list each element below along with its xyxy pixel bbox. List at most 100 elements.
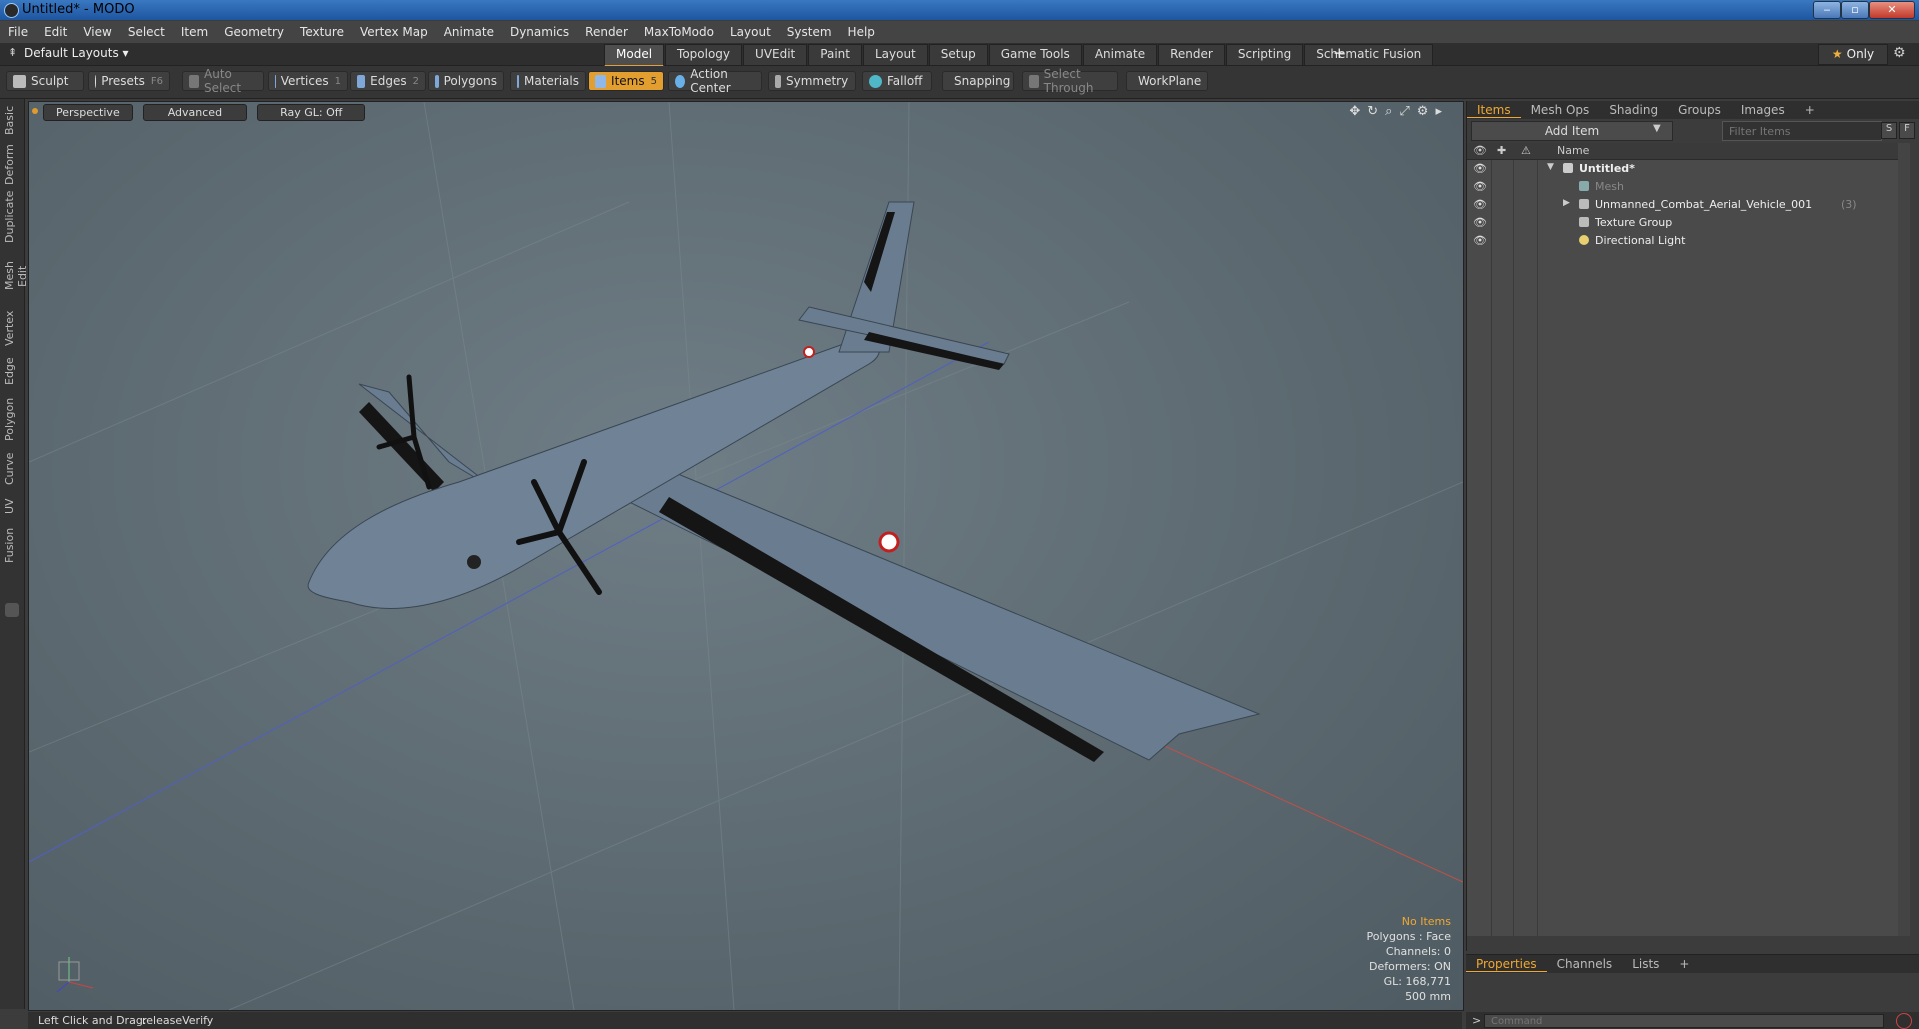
- layout-pin-icon[interactable]: ⇞: [8, 46, 17, 59]
- items-scrollbar[interactable]: [1898, 143, 1910, 936]
- tab-channels[interactable]: Channels: [1547, 957, 1623, 971]
- vtab-duplicate[interactable]: Duplicate: [3, 191, 21, 243]
- menu-layout[interactable]: Layout: [722, 25, 779, 39]
- presets-button[interactable]: Presets F6: [88, 71, 170, 91]
- tab-topology[interactable]: Topology: [665, 44, 743, 66]
- command-history-icon[interactable]: [1896, 1013, 1912, 1029]
- falloff-button[interactable]: Falloff: [862, 71, 932, 91]
- edges-button[interactable]: Edges 2: [350, 71, 426, 91]
- vertices-button[interactable]: Vertices 1: [268, 71, 348, 91]
- gear-icon[interactable]: ⚙: [1893, 45, 1906, 61]
- vtab-vertex[interactable]: Vertex: [3, 309, 21, 347]
- tab-setup[interactable]: Setup: [928, 44, 988, 66]
- tab-items[interactable]: Items: [1467, 103, 1521, 118]
- menu-render[interactable]: Render: [577, 25, 636, 39]
- viewport-options-dot[interactable]: [32, 108, 38, 114]
- tab-shading[interactable]: Shading: [1599, 103, 1668, 117]
- items-button[interactable]: Items 5: [588, 71, 664, 91]
- menu-view[interactable]: View: [75, 25, 119, 39]
- vtab-curve[interactable]: Curve: [3, 451, 21, 487]
- menu-file[interactable]: File: [0, 25, 36, 39]
- list-item[interactable]: 👁 ▼ Untitled*: [1467, 160, 1904, 178]
- select-through-button[interactable]: Select Through: [1022, 67, 1118, 95]
- eye-icon[interactable]: 👁: [1473, 162, 1487, 175]
- auto-select-button[interactable]: Auto Select: [182, 67, 264, 95]
- tab-properties[interactable]: Properties: [1466, 957, 1547, 972]
- menu-system[interactable]: System: [779, 25, 840, 39]
- list-item[interactable]: 👁 Directional Light: [1467, 232, 1904, 250]
- menu-dynamics[interactable]: Dynamics: [502, 25, 577, 39]
- advanced-dropdown[interactable]: Advanced: [142, 104, 248, 121]
- symmetry-button[interactable]: Symmetry: [768, 71, 856, 91]
- sculpt-button[interactable]: Sculpt: [6, 71, 84, 91]
- collapse-arrow-icon[interactable]: ▼: [1547, 162, 1554, 172]
- name-column-header[interactable]: Name: [1557, 144, 1589, 157]
- vtab-fusion[interactable]: Fusion: [3, 525, 21, 565]
- s-button[interactable]: S: [1881, 122, 1897, 139]
- tab-images[interactable]: Images: [1731, 103, 1795, 117]
- filter-items-input[interactable]: [1722, 121, 1882, 141]
- menu-maxtomodo[interactable]: MaxToModo: [636, 25, 722, 39]
- minimize-button[interactable]: ‒: [1813, 1, 1841, 19]
- tabs-toggle-button[interactable]: [5, 603, 19, 617]
- menu-edit[interactable]: Edit: [36, 25, 75, 39]
- perspective-dropdown[interactable]: Perspective: [43, 104, 133, 121]
- vtab-edge[interactable]: Edge: [3, 355, 21, 387]
- tab-game-tools[interactable]: Game Tools: [988, 44, 1082, 66]
- tab-render[interactable]: Render: [1158, 44, 1225, 66]
- tab-animate[interactable]: Animate: [1082, 44, 1158, 66]
- menu-select[interactable]: Select: [120, 25, 173, 39]
- viewport-nav-icons[interactable]: ✥↻⌕⤢⚙▸: [1349, 104, 1449, 119]
- menu-vertex-map[interactable]: Vertex Map: [352, 25, 436, 39]
- uav-model[interactable]: [307, 201, 1261, 762]
- chevron-down-icon[interactable]: ▼: [1653, 123, 1661, 134]
- tab-groups[interactable]: Groups: [1668, 103, 1731, 117]
- tab-mesh-ops[interactable]: Mesh Ops: [1521, 103, 1600, 117]
- menu-geometry[interactable]: Geometry: [216, 25, 292, 39]
- vtab-mesh-edit[interactable]: Mesh Edit: [3, 251, 29, 301]
- eye-icon[interactable]: 👁: [1473, 234, 1487, 247]
- snapping-button[interactable]: Snapping: [942, 71, 1014, 91]
- vtab-uv[interactable]: UV: [3, 495, 21, 517]
- tab-paint[interactable]: Paint: [808, 44, 862, 66]
- expand-arrow-icon[interactable]: ▶: [1563, 198, 1570, 208]
- tab-scripting[interactable]: Scripting: [1225, 44, 1304, 66]
- maximize-button[interactable]: ▫: [1841, 1, 1869, 19]
- eye-icon[interactable]: 👁: [1473, 180, 1487, 193]
- list-item[interactable]: 👁 Texture Group: [1467, 214, 1904, 232]
- layout-selector[interactable]: Default Layouts ▾: [24, 46, 129, 60]
- add-item-button[interactable]: Add Item: [1471, 121, 1673, 141]
- tab-layout[interactable]: Layout: [862, 44, 928, 66]
- add-properties-tab-button[interactable]: +: [1669, 957, 1699, 971]
- list-item[interactable]: 👁 Mesh: [1467, 178, 1904, 196]
- menu-texture[interactable]: Texture: [292, 25, 352, 39]
- close-button[interactable]: ✕: [1869, 1, 1915, 19]
- menu-help[interactable]: Help: [840, 25, 883, 39]
- list-item[interactable]: 👁 ▶ Unmanned_Combat_Aerial_Vehicle_001 (…: [1467, 196, 1904, 214]
- action-center-button[interactable]: Action Center: [668, 67, 762, 95]
- lock-column-icon[interactable]: ✚: [1497, 144, 1506, 157]
- raygl-dropdown[interactable]: Ray GL: Off: [257, 104, 366, 121]
- eye-icon[interactable]: 👁: [1473, 216, 1487, 229]
- link-column-icon[interactable]: ⚠: [1521, 144, 1531, 157]
- only-button[interactable]: ★ Only: [1818, 44, 1888, 65]
- tab-lists[interactable]: Lists: [1622, 957, 1669, 971]
- command-input[interactable]: [1484, 1014, 1884, 1028]
- vtab-deform[interactable]: Deform: [3, 144, 21, 185]
- workplane-button[interactable]: WorkPlane: [1126, 71, 1208, 91]
- add-tab-button[interactable]: +: [1795, 103, 1825, 117]
- vtab-polygon[interactable]: Polygon: [3, 395, 21, 443]
- eye-icon[interactable]: 👁: [1473, 198, 1487, 211]
- polygons-button[interactable]: Polygons: [428, 71, 504, 91]
- menu-item[interactable]: Item: [173, 25, 216, 39]
- vtab-basic[interactable]: Basic: [3, 103, 21, 137]
- menu-animate[interactable]: Animate: [436, 25, 502, 39]
- materials-button[interactable]: Materials: [510, 71, 586, 91]
- tab-uvedit[interactable]: UVEdit: [743, 44, 808, 66]
- tab-schematic-fusion[interactable]: Schematic Fusion: [1304, 44, 1434, 66]
- add-layout-tab-button[interactable]: +: [1333, 44, 1346, 62]
- tab-model[interactable]: Model: [604, 44, 665, 67]
- 3d-viewport[interactable]: Perspective Advanced Ray GL: Off ✥↻⌕⤢⚙▸ …: [28, 101, 1464, 1011]
- f-button[interactable]: F: [1899, 122, 1915, 139]
- visibility-column-icon[interactable]: 👁: [1473, 144, 1487, 157]
